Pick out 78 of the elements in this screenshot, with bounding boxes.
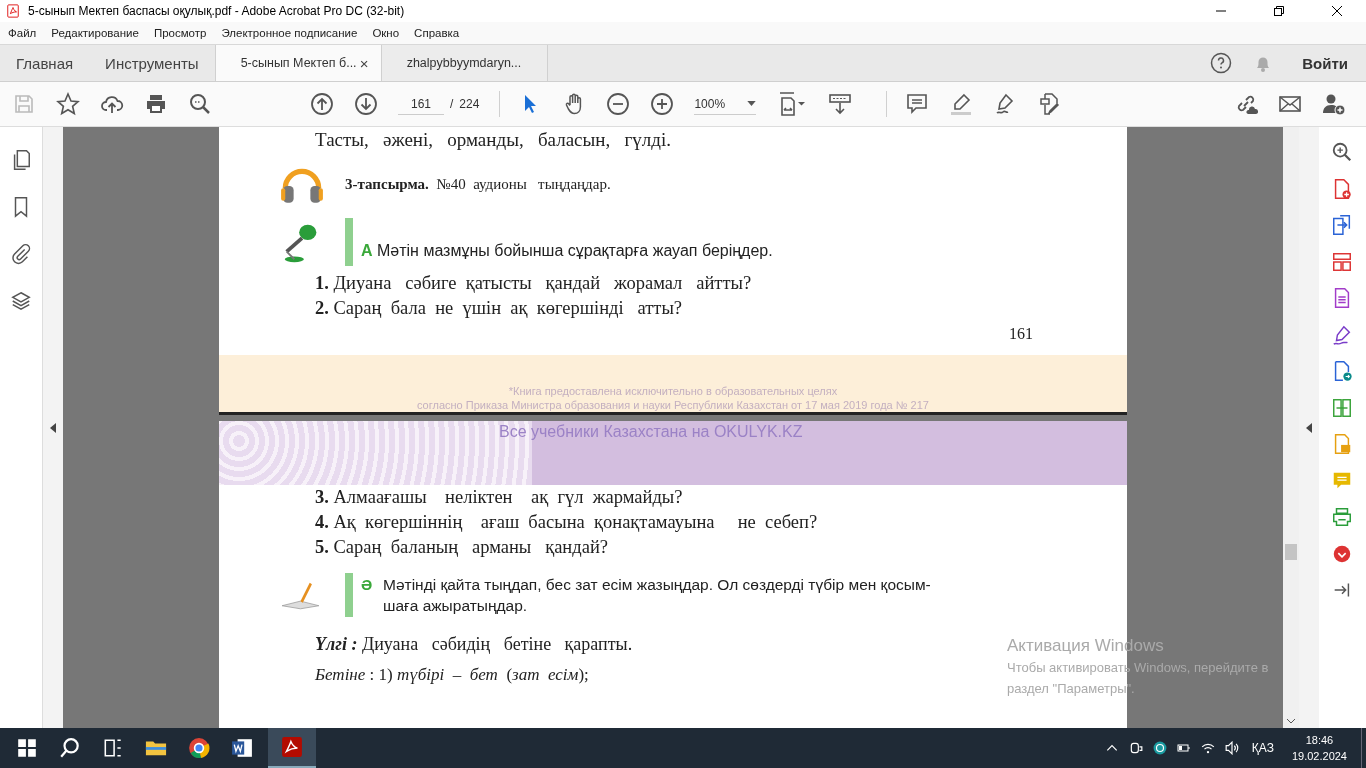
section-letter: Ә [361, 575, 373, 595]
banner-text: Все учебники Казахстана на OKULYK.KZ [499, 423, 803, 441]
edit-document-icon[interactable] [1037, 92, 1062, 116]
language-indicator[interactable]: ҚАЗ [1251, 741, 1274, 755]
webcam-icon[interactable] [1128, 741, 1143, 755]
section-heading: А Мәтін мазмұны бойынша сұрақтарға жауап беріңдер. [361, 241, 773, 260]
speaker-icon[interactable] [1224, 741, 1239, 755]
expand-panel-icon[interactable] [50, 422, 56, 433]
section-text: Мәтінді қайта тыңдап, бес зат есім жазыңдар. Ол сөздерді түбір мен қосым- [383, 575, 931, 595]
window-title: 5-сынып Мектеп баспасы оқулық.pdf - Adobe Acrobat Pro DC (32-bit) [28, 4, 405, 18]
footer-note: согласно Приказа Министра образования и науки Республики Казахстан от 17 мая 2019 года № 217 [417, 398, 929, 412]
menu-item[interactable]: Файл [8, 27, 37, 39]
zoom-icon[interactable] [1331, 141, 1353, 163]
acrobat-icon [281, 736, 303, 758]
signature-pen-icon[interactable] [1331, 323, 1353, 346]
windows-start-icon[interactable] [16, 737, 38, 759]
wifi-icon[interactable] [1200, 741, 1215, 755]
analysis-text: Бетіне : 1) түбірі – бет (зат есім); [315, 665, 589, 685]
browser-icon[interactable] [188, 737, 210, 759]
layers-icon[interactable] [10, 290, 32, 312]
task-view-icon[interactable] [102, 737, 124, 759]
scroll-mode-icon[interactable] [828, 92, 853, 116]
menu-item[interactable]: Справка [414, 27, 460, 39]
close-icon[interactable] [1331, 5, 1343, 17]
scroll-down-icon[interactable] [1286, 718, 1296, 724]
word-icon[interactable] [231, 737, 253, 759]
menu-item[interactable]: Окно [372, 27, 400, 39]
menu-item[interactable]: Редактирование [51, 27, 139, 39]
acrobat-taskbar-button[interactable] [268, 728, 316, 768]
print-icon[interactable] [144, 92, 168, 116]
next-page-icon[interactable] [354, 92, 378, 116]
scrollbar-thumb[interactable] [1285, 544, 1297, 560]
footer-note: *Книга предоставлена исключительно в образовательных целях [508, 384, 838, 398]
page-total: 224 [459, 97, 480, 111]
question: 5. Сараң баланың арманы қандай? [315, 536, 609, 559]
question: 4. Ақ көгершіннің ағаш басына қонақтамауына не себеп? [315, 511, 819, 534]
example-text: Үлгі : Диуана сәбидің бетіне қарапты. [315, 634, 633, 655]
restore-icon[interactable] [1273, 5, 1285, 17]
menu-item[interactable]: Электронное подписание [221, 27, 358, 39]
close-tab-button[interactable]: × [359, 54, 369, 72]
help-icon[interactable] [1210, 52, 1233, 74]
print-production-icon[interactable] [1331, 506, 1353, 528]
highlighter-icon[interactable] [949, 92, 974, 116]
menu-item[interactable]: Просмотр [153, 27, 207, 39]
tab[interactable]: Инструменты [89, 45, 215, 81]
add-user-icon[interactable] [1322, 92, 1346, 116]
question: 2. Сараң бала не үшін ақ көгершінді атты? [315, 297, 684, 320]
compare-icon[interactable] [1331, 396, 1353, 419]
tab[interactable]: Главная [0, 45, 90, 81]
question: 3. Алмаағашы неліктен ақ гүл жармайды? [315, 486, 684, 509]
export-pdf-icon[interactable] [1331, 214, 1353, 236]
pdf-icon [6, 4, 20, 18]
task-text: 3-тапсырма. №40 аудионы тыңдаңдар. [345, 175, 611, 193]
page-number: 161 [1008, 324, 1034, 344]
expand-tools-icon[interactable] [1306, 422, 1312, 433]
page-separator: / [450, 97, 454, 111]
clock[interactable]: 18:46 19.02.2024 [1291, 732, 1347, 764]
e-app-icon[interactable] [1152, 741, 1167, 755]
zoom-in-icon[interactable] [650, 92, 675, 116]
battery-icon[interactable] [1176, 741, 1191, 755]
previous-page-icon[interactable] [310, 92, 334, 116]
tab[interactable]: 5-сынып Мектеп б... × [214, 45, 382, 81]
zoom-out-icon[interactable] [606, 92, 631, 116]
star-icon[interactable] [56, 92, 80, 116]
page-number-field[interactable]: 161 [398, 93, 444, 115]
text-line: Тасты, әжені, орманды, баласын, гүлді. [315, 128, 672, 152]
section-marker-bar [345, 218, 353, 266]
caret-icon[interactable] [747, 101, 757, 106]
section-marker-bar [345, 573, 353, 617]
question: 1. Диуана сәбиге қатысты қандай жорамал айтты? [315, 272, 753, 295]
section-text: шаға ажыратыңдар. [383, 596, 529, 616]
search-icon[interactable] [188, 92, 212, 116]
paperclip-icon[interactable] [10, 243, 32, 265]
search-icon[interactable] [59, 737, 81, 759]
sign-in-button[interactable]: Войти [1302, 54, 1348, 72]
organize-pages-icon[interactable] [1331, 250, 1353, 273]
comment-icon[interactable] [905, 92, 930, 116]
zoom-dropdown[interactable]: 100% [694, 93, 757, 115]
